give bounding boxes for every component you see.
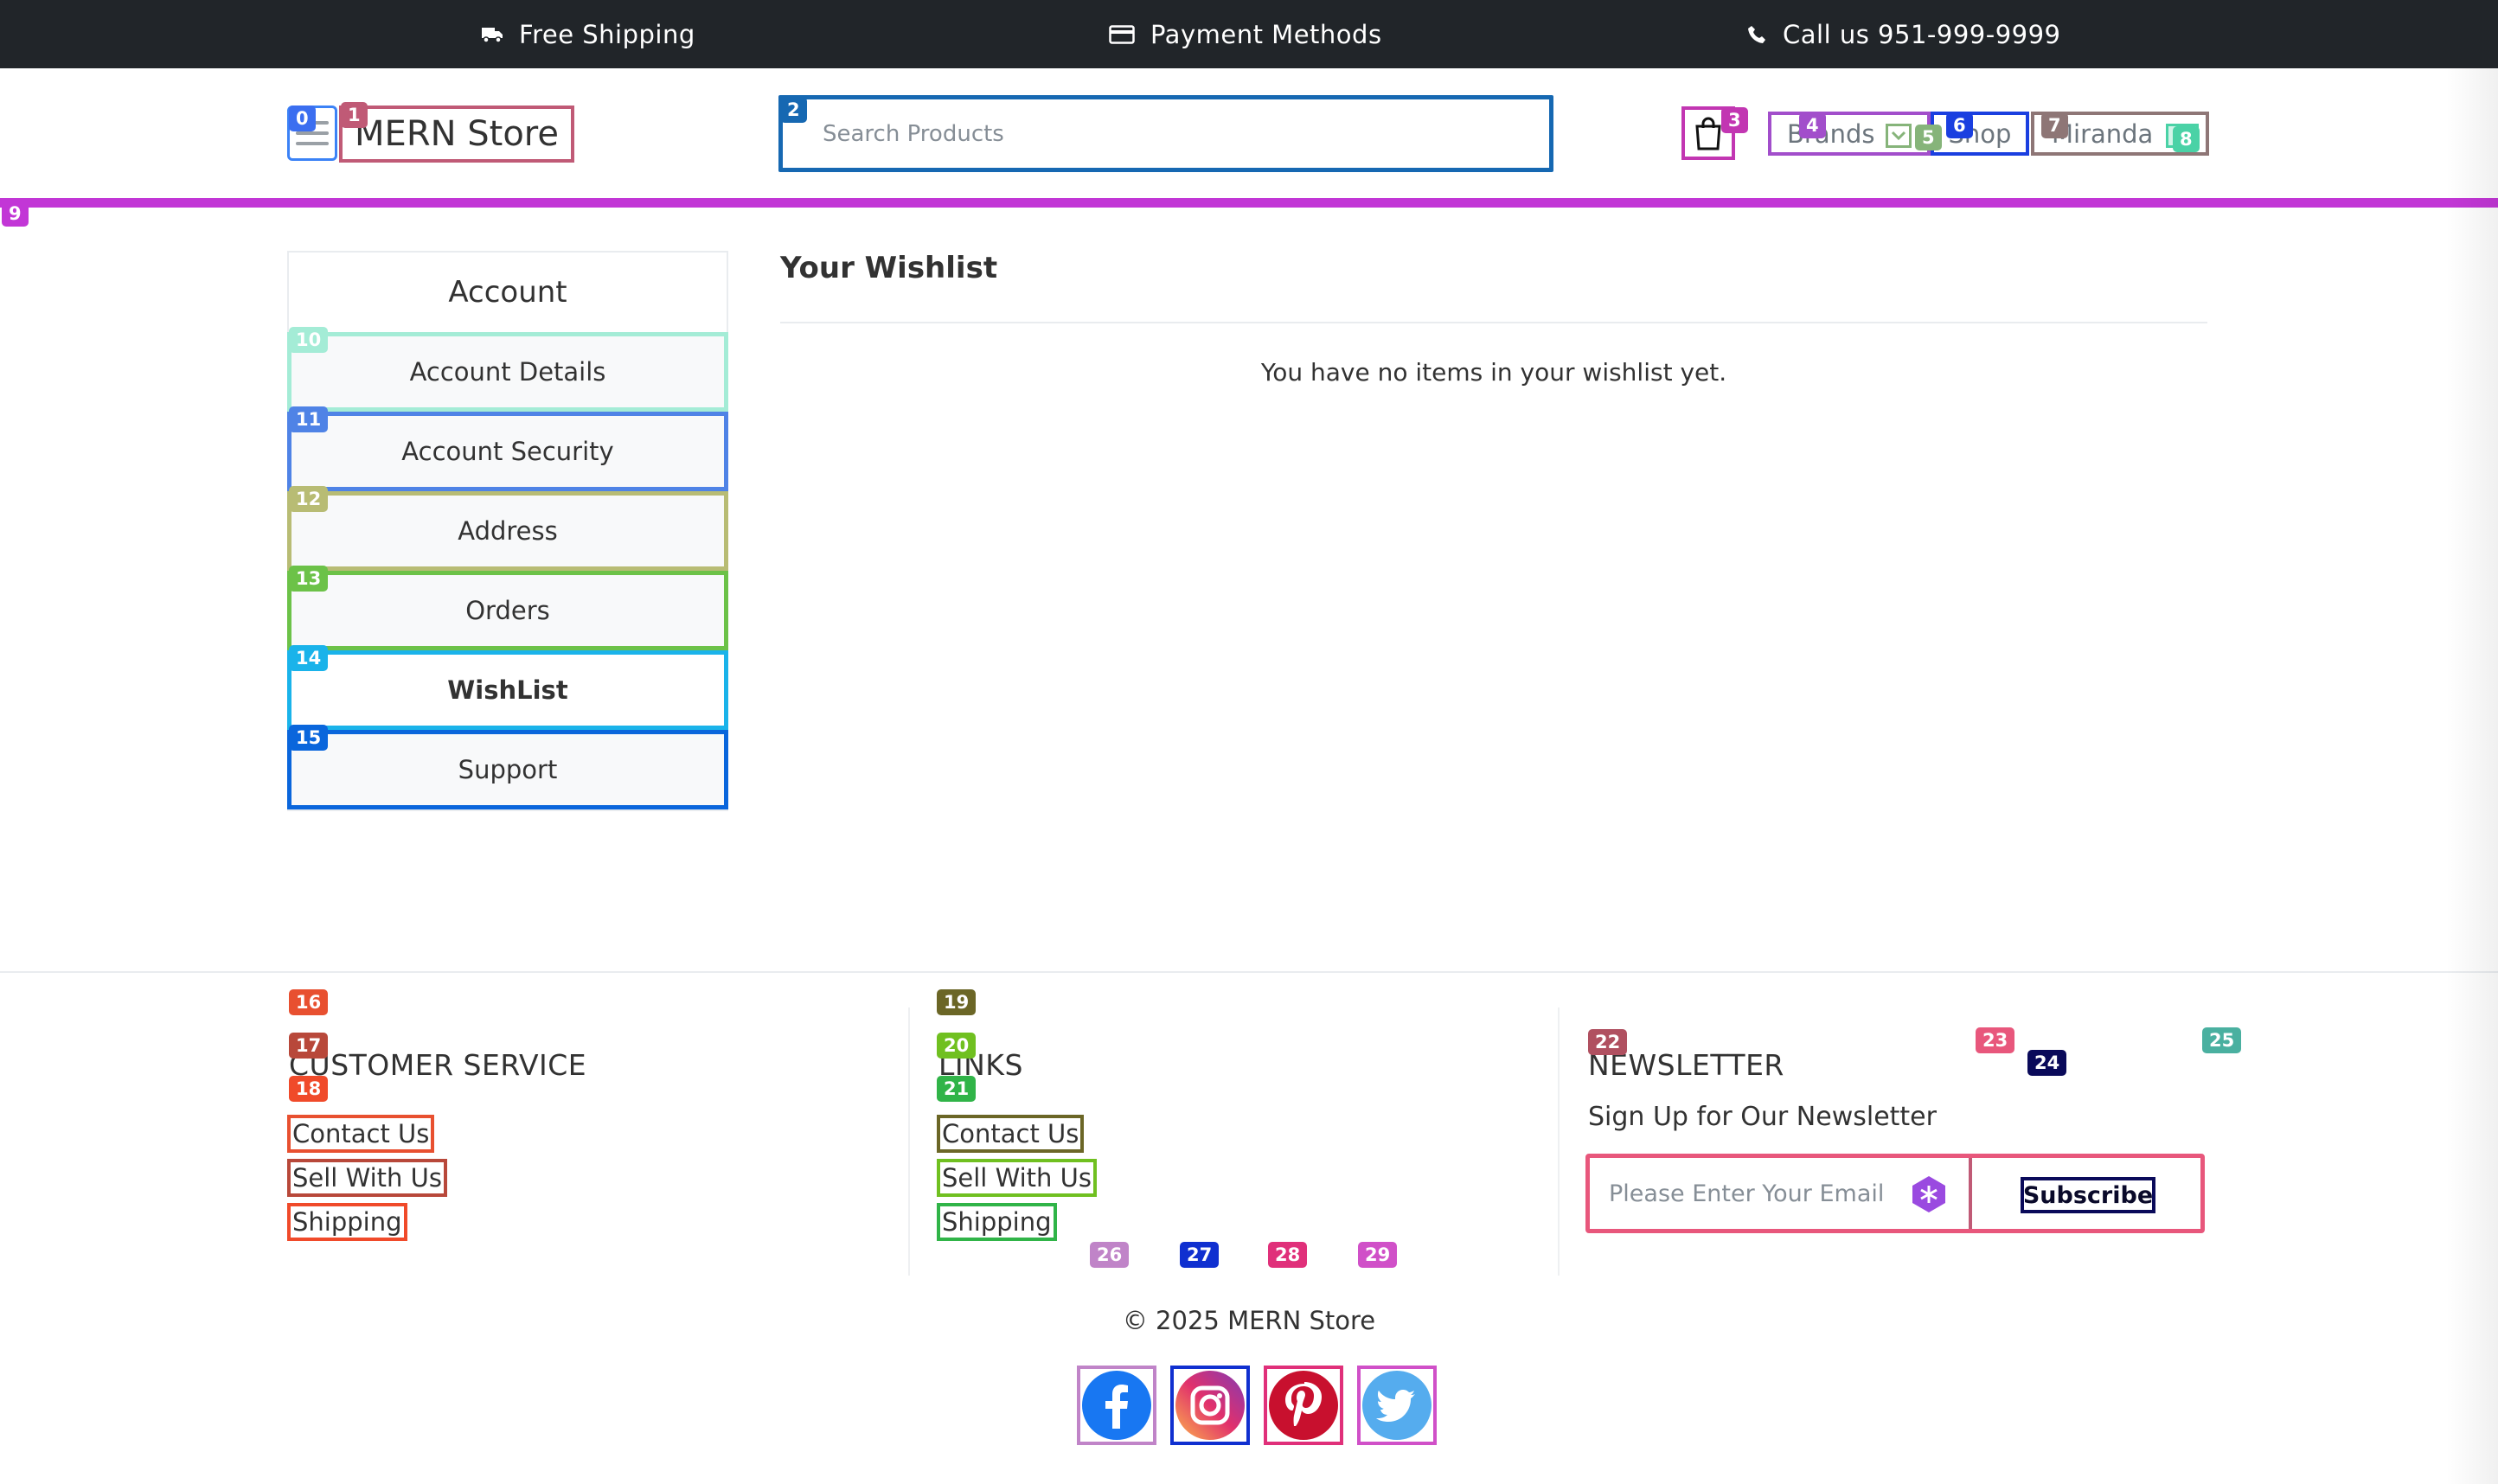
footer-column-separator bbox=[908, 1007, 910, 1276]
annotation-marker: 1 bbox=[341, 102, 368, 128]
annotation-marker: 22 bbox=[1588, 1029, 1628, 1055]
newsletter-email-field[interactable] bbox=[1590, 1158, 1972, 1229]
free-shipping-label: Free Shipping bbox=[519, 19, 695, 49]
annotation-marker: 11 bbox=[289, 406, 329, 432]
phone-info: Call us 951-999-9999 bbox=[1746, 0, 2061, 68]
free-shipping-info: Free Shipping bbox=[481, 0, 695, 68]
newsletter-subtitle: Sign Up for Our Newsletter bbox=[1588, 1102, 1937, 1132]
footer-link-sell-with-us[interactable]: Sell With Us bbox=[287, 1159, 447, 1197]
pinterest-link[interactable] bbox=[1264, 1366, 1343, 1445]
annotation-marker: 17 bbox=[289, 1033, 329, 1059]
sidebar-item-wishlist[interactable]: WishList bbox=[287, 650, 728, 730]
instagram-icon bbox=[1175, 1371, 1245, 1440]
sidebar-title: Account bbox=[448, 275, 567, 310]
footer-divider bbox=[0, 971, 2498, 973]
search-input[interactable] bbox=[821, 119, 1549, 148]
annotation-marker: 28 bbox=[1268, 1242, 1308, 1268]
annotation-marker: 16 bbox=[289, 989, 329, 1015]
annotation-marker: 25 bbox=[2202, 1027, 2242, 1053]
annotation-marker: 14 bbox=[289, 645, 329, 671]
annotation-marker: 18 bbox=[289, 1076, 329, 1102]
payment-methods-info: Payment Methods bbox=[1109, 0, 1382, 68]
annotation-marker: 4 bbox=[1799, 112, 1826, 138]
customer-service-heading: CUSTOMER SERVICE bbox=[289, 1048, 587, 1082]
brands-dropdown[interactable]: Brands bbox=[1768, 112, 1931, 156]
credit-card-icon bbox=[1109, 24, 1135, 44]
footer-link-contact-us[interactable]: Contact Us bbox=[287, 1115, 435, 1153]
annotation-marker: 8 bbox=[2173, 126, 2200, 152]
phone-label: Call us 951-999-9999 bbox=[1783, 19, 2061, 49]
footer-link-contact-us[interactable]: Contact Us bbox=[937, 1115, 1085, 1153]
facebook-icon bbox=[1082, 1371, 1151, 1440]
wishlist-empty-message: You have no items in your wishlist yet. bbox=[1260, 358, 1727, 387]
account-sidebar: Account Account Details Account Security… bbox=[287, 251, 728, 811]
annotation-marker: 23 bbox=[1976, 1027, 2015, 1053]
annotation-marker: 9 bbox=[2, 201, 29, 227]
annotation-marker: 7 bbox=[2041, 112, 2068, 138]
brand-logo-link[interactable]: MERN Store bbox=[339, 106, 574, 163]
twitter-icon bbox=[1362, 1371, 1432, 1440]
annotation-marker: 12 bbox=[289, 486, 329, 512]
newsletter-email-input[interactable] bbox=[1607, 1179, 1905, 1208]
instagram-link[interactable] bbox=[1170, 1366, 1250, 1445]
footer-column-separator bbox=[1558, 1007, 1560, 1276]
header-divider bbox=[0, 198, 2498, 208]
search-field[interactable] bbox=[778, 95, 1553, 172]
annotation-marker: 27 bbox=[1180, 1242, 1220, 1268]
chevron-down-icon[interactable] bbox=[1886, 124, 1912, 148]
annotation-marker: 5 bbox=[1915, 125, 1942, 150]
subscribe-button[interactable]: Subscribe bbox=[2021, 1177, 2155, 1213]
twitter-link[interactable] bbox=[1357, 1366, 1437, 1445]
newsletter-form: Subscribe bbox=[1585, 1154, 2205, 1233]
annotation-marker: 0 bbox=[289, 106, 316, 131]
sidebar-item-address[interactable]: Address bbox=[287, 491, 728, 571]
copyright-text: © 2025 MERN Store bbox=[1122, 1306, 1376, 1335]
shopping-bag-icon bbox=[1695, 117, 1721, 150]
footer-link-shipping[interactable]: Shipping bbox=[287, 1203, 407, 1241]
annotation-marker: 21 bbox=[937, 1076, 977, 1102]
sidebar-item-account-details[interactable]: Account Details bbox=[287, 332, 728, 412]
footer-link-sell-with-us[interactable]: Sell With Us bbox=[937, 1159, 1097, 1197]
page-title: Your Wishlist bbox=[780, 251, 998, 285]
annotation-marker: 15 bbox=[289, 725, 329, 751]
annotation-marker: 20 bbox=[937, 1033, 977, 1059]
page-edge-shadow bbox=[2446, 68, 2498, 1484]
facebook-link[interactable] bbox=[1077, 1366, 1156, 1445]
sidebar-item-orders[interactable]: Orders bbox=[287, 571, 728, 650]
annotation-marker: 13 bbox=[289, 566, 329, 592]
sidebar-item-support[interactable]: Support bbox=[287, 730, 728, 809]
truck-icon bbox=[481, 25, 503, 44]
password-manager-icon[interactable] bbox=[1908, 1174, 1950, 1215]
annotation-marker: 10 bbox=[289, 327, 329, 353]
annotation-marker: 26 bbox=[1090, 1242, 1130, 1268]
annotation-marker: 24 bbox=[2027, 1050, 2067, 1076]
title-divider bbox=[780, 322, 2207, 323]
annotation-marker: 6 bbox=[1946, 112, 1973, 138]
pinterest-icon bbox=[1269, 1371, 1338, 1440]
annotation-marker: 3 bbox=[1721, 107, 1748, 133]
annotation-marker: 19 bbox=[937, 989, 977, 1015]
footer-link-shipping[interactable]: Shipping bbox=[937, 1203, 1057, 1241]
annotation-marker: 29 bbox=[1358, 1242, 1398, 1268]
sidebar-item-account-security[interactable]: Account Security bbox=[287, 412, 728, 491]
top-bar: Free Shipping Payment Methods Call us 95… bbox=[0, 0, 2498, 68]
payment-methods-label: Payment Methods bbox=[1150, 19, 1382, 49]
phone-icon bbox=[1746, 24, 1767, 45]
annotation-marker: 2 bbox=[780, 97, 807, 123]
